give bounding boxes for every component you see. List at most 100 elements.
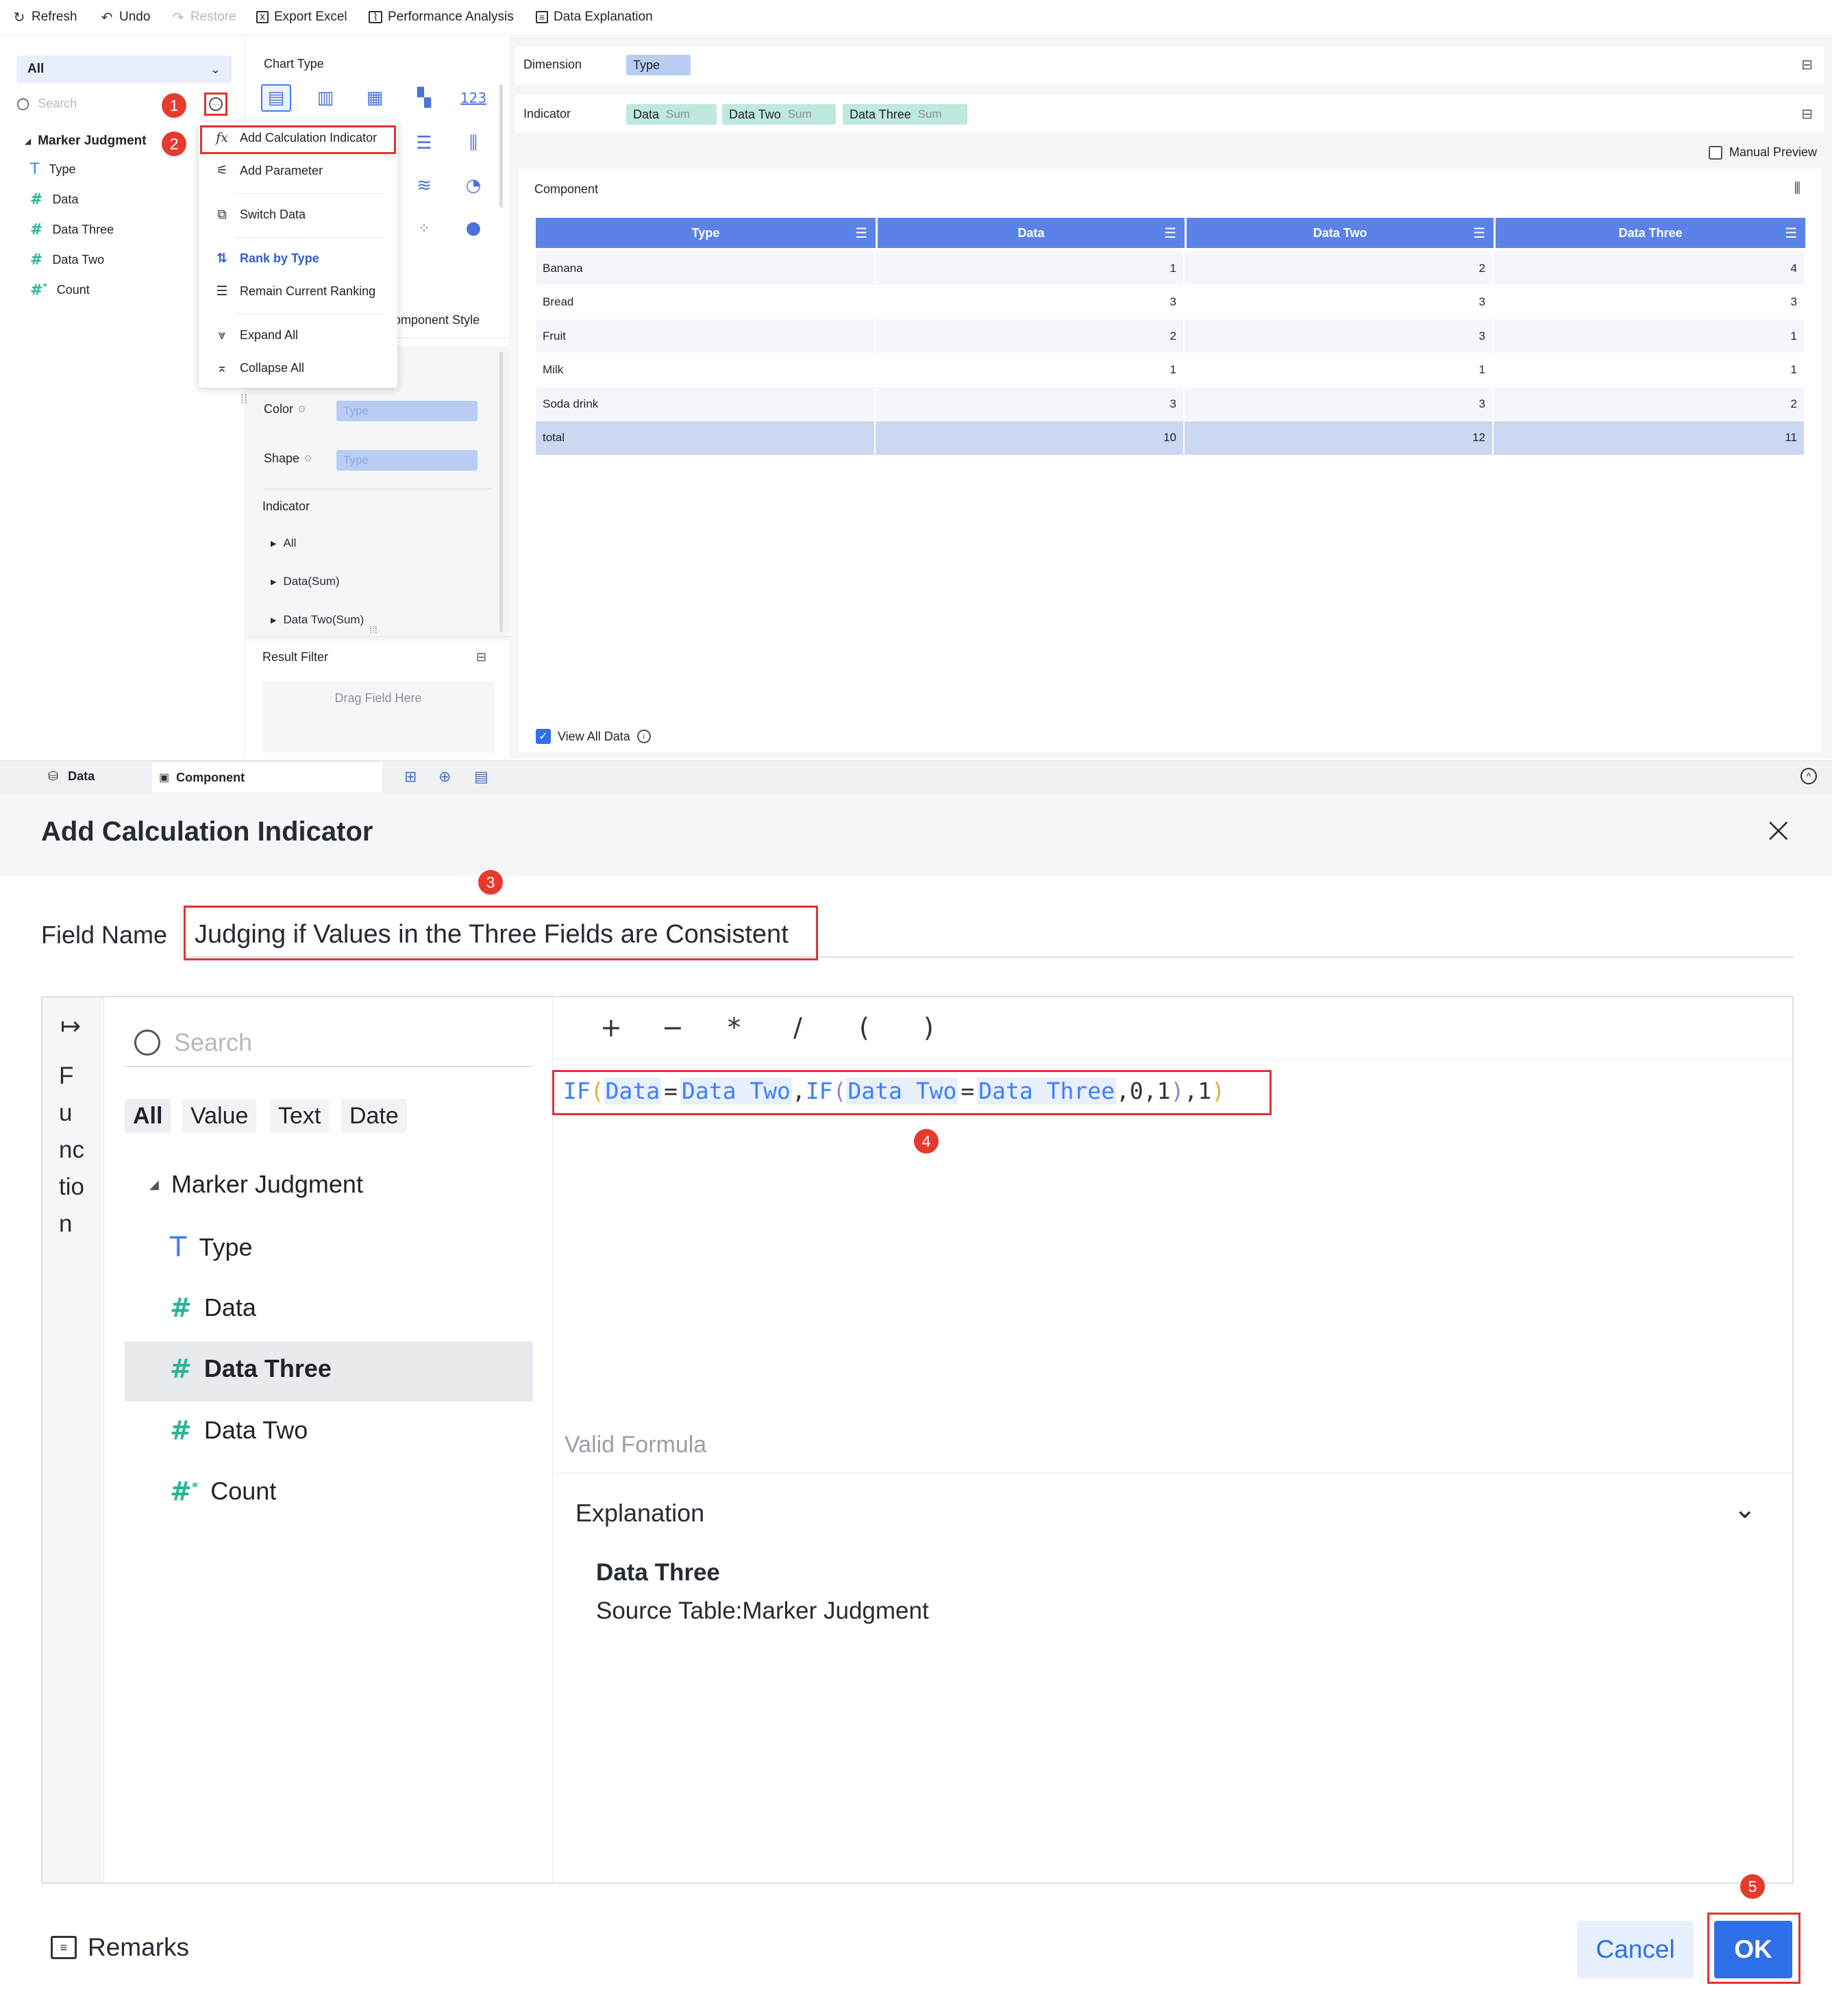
- refresh-button[interactable]: ↻ Refresh: [12, 7, 77, 27]
- step-badge-1: 1: [162, 93, 186, 118]
- minus-operator-button[interactable]: −: [662, 1012, 684, 1043]
- data-explanation-button[interactable]: ≡ Data Explanation: [536, 7, 653, 27]
- properties-area: [246, 346, 510, 640]
- filter-tag-value[interactable]: Value: [182, 1099, 257, 1133]
- shelf-settings-icon[interactable]: ⊟: [1801, 105, 1813, 123]
- area-chart-icon[interactable]: ≋: [409, 172, 439, 199]
- bar-chart-icon[interactable]: ☰: [409, 129, 439, 157]
- drag-handle-icon[interactable]: ⁞⁞⁞: [369, 624, 377, 635]
- left-paren-button[interactable]: (: [859, 1012, 869, 1043]
- gauge-chart-icon[interactable]: ◔: [458, 172, 488, 199]
- menu-remain-current-ranking[interactable]: ☰ Remain Current Ranking: [215, 284, 375, 299]
- add-report-icon[interactable]: ▤: [474, 768, 488, 786]
- sort-icon[interactable]: ☰: [1164, 225, 1176, 242]
- checkbox-checked-icon[interactable]: ✓: [536, 729, 551, 744]
- scatter-chart-icon[interactable]: ⁘: [409, 214, 439, 242]
- bubble-chart-icon[interactable]: ●: [458, 214, 488, 242]
- menu-expand-all[interactable]: ⩔ Expand All: [215, 327, 298, 343]
- scrollbar[interactable]: [499, 351, 503, 632]
- field-item[interactable]: # Data Two: [30, 251, 104, 269]
- column-width-icon[interactable]: ⫼: [1794, 181, 1800, 197]
- tree-field-item[interactable]: # Data Three: [170, 1354, 332, 1384]
- view-all-data-toggle[interactable]: ✓ View All Data i: [536, 729, 651, 744]
- collapse-up-icon[interactable]: ^: [1800, 768, 1817, 784]
- indicator-pill[interactable]: Data Two Sum: [722, 104, 836, 125]
- chevron-down-icon[interactable]: ⌄: [1733, 1493, 1757, 1525]
- plus-operator-button[interactable]: +: [600, 1012, 622, 1043]
- grouped-table-icon[interactable]: ▥: [310, 84, 341, 112]
- field-item[interactable]: # Data Three: [30, 221, 114, 238]
- explanation-header[interactable]: Explanation: [575, 1499, 704, 1528]
- cancel-button[interactable]: Cancel: [1577, 1921, 1694, 1978]
- filter-tag-all[interactable]: All: [125, 1099, 171, 1133]
- export-excel-button[interactable]: x Export Excel: [256, 7, 347, 27]
- undo-button[interactable]: ↶ Undo: [100, 7, 151, 27]
- shape-field-drop[interactable]: Type: [336, 450, 478, 471]
- scrollbar[interactable]: [499, 84, 503, 208]
- number-calc-icon: #*: [170, 1476, 199, 1506]
- table-header-data-two[interactable]: Data Two ☰: [1187, 218, 1494, 248]
- menu-collapse-all[interactable]: ⌅ Collapse All: [215, 360, 304, 375]
- indicator-item[interactable]: ▶ Data(Sum): [271, 575, 340, 588]
- sort-icon[interactable]: ☰: [1473, 225, 1485, 242]
- tree-root-marker-judgment[interactable]: ◢ Marker Judgment: [149, 1170, 363, 1199]
- menu-switch-data[interactable]: ⧉ Switch Data: [215, 207, 306, 222]
- color-field-drop[interactable]: Type: [336, 401, 478, 421]
- indicator-pill[interactable]: Data Three Sum: [843, 104, 967, 125]
- tab-data[interactable]: ⛁ Data: [48, 769, 95, 784]
- manual-preview-toggle[interactable]: Manual Preview: [1709, 145, 1817, 160]
- filter-tag-text[interactable]: Text: [270, 1099, 330, 1133]
- restore-button[interactable]: ↷ Restore: [171, 7, 236, 27]
- block-chart-icon[interactable]: ▚: [409, 84, 439, 112]
- tab-component-style[interactable]: omponent Style: [394, 313, 480, 327]
- more-options-button[interactable]: ···: [204, 92, 227, 116]
- divide-operator-button[interactable]: /: [793, 1012, 802, 1043]
- settings-icon[interactable]: ⚙: [304, 453, 312, 464]
- field-item[interactable]: # Data: [30, 191, 78, 208]
- table-header-data-three[interactable]: Data Three ☰: [1496, 218, 1805, 248]
- drag-handle-icon[interactable]: ⁞⁞: [240, 393, 247, 407]
- filter-settings-icon[interactable]: ⊟: [476, 650, 486, 664]
- table-cell: Banana: [536, 251, 876, 285]
- divider: [554, 1059, 1792, 1060]
- shelf-settings-icon[interactable]: ⊟: [1801, 56, 1813, 73]
- performance-analysis-button[interactable]: ⌇ Performance Analysis: [369, 7, 514, 27]
- kpi-number-icon[interactable]: 123: [458, 84, 488, 112]
- sort-icon[interactable]: ☰: [855, 225, 867, 242]
- field-item[interactable]: T Type: [30, 161, 75, 178]
- function-side-tab[interactable]: ↦ F u nc tio n: [42, 997, 104, 1882]
- sort-icon[interactable]: ☰: [1785, 225, 1797, 242]
- filter-tag-date[interactable]: Date: [341, 1099, 407, 1133]
- tab-component[interactable]: ▣ Component: [152, 762, 382, 793]
- table-header-data[interactable]: Data ☰: [878, 218, 1185, 248]
- tree-field-item[interactable]: #* Count: [170, 1476, 276, 1506]
- table-header-type[interactable]: Type ☰: [536, 218, 876, 248]
- menu-add-calculation-indicator[interactable]: fx Add Calculation Indicator: [215, 130, 377, 145]
- right-paren-button[interactable]: ): [924, 1012, 934, 1043]
- tree-field-item[interactable]: # Data: [170, 1293, 256, 1323]
- field-search-input[interactable]: Search: [125, 1019, 532, 1067]
- close-icon[interactable]: ×: [1763, 810, 1794, 851]
- field-item[interactable]: #* Count: [30, 282, 90, 299]
- settings-icon[interactable]: ⚙: [297, 403, 306, 415]
- result-filter-dropzone[interactable]: Drag Field Here: [262, 682, 494, 753]
- expand-functions-icon[interactable]: ↦: [60, 1012, 81, 1041]
- menu-rank-by-type[interactable]: ⇅ Rank by Type: [215, 251, 319, 266]
- multiply-operator-button[interactable]: *: [728, 1012, 741, 1043]
- tree-field-item[interactable]: # Data Two: [170, 1415, 308, 1445]
- table-chart-icon[interactable]: ▤: [261, 84, 291, 112]
- indicator-pill[interactable]: Data Sum: [626, 104, 717, 125]
- waterfall-chart-icon[interactable]: ⫼: [458, 129, 488, 157]
- table-node[interactable]: ◢ Marker Judgment: [25, 134, 147, 149]
- tree-field-item[interactable]: T Type: [170, 1232, 252, 1263]
- remarks-button[interactable]: ≡ Remarks: [51, 1933, 189, 1962]
- indicator-item[interactable]: ▶ Data Two(Sum): [271, 613, 364, 627]
- indicator-item[interactable]: ▶ All: [271, 536, 296, 550]
- checkbox[interactable]: [1709, 145, 1722, 160]
- dimension-pill[interactable]: Type: [626, 55, 691, 75]
- filter-select[interactable]: All ⌄: [16, 55, 232, 83]
- add-component-icon[interactable]: ⊞: [404, 768, 417, 786]
- cross-table-icon[interactable]: ▦: [360, 84, 390, 112]
- menu-add-parameter[interactable]: ⚟ Add Parameter: [215, 163, 323, 178]
- add-dashboard-icon[interactable]: ⊕: [438, 768, 451, 786]
